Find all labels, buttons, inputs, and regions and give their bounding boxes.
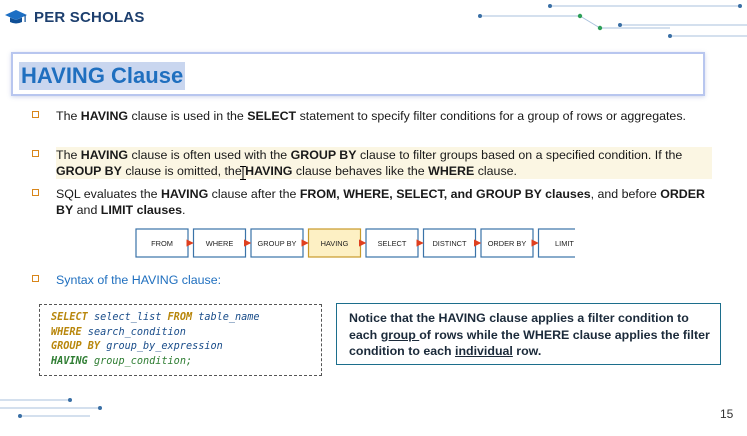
keyword: FROM, WHERE, SELECT, and GROUP BY clause… [299, 187, 591, 201]
text-cursor-icon [240, 166, 246, 180]
flow-step-distinct: DISTINCT [422, 228, 477, 258]
flow-step-group-by: GROUP BY [250, 228, 304, 258]
keyword: WHERE [428, 164, 475, 178]
flow-step-label: LIMIT [555, 239, 574, 248]
text: clause to filter groups based on a speci… [356, 148, 683, 162]
flow-step-where: WHERE [192, 228, 247, 258]
decorative-lines-top [478, 4, 747, 38]
keyword: SELECT [247, 109, 297, 123]
flow-step-select: SELECT [365, 228, 419, 258]
brand-name: PER SCHOLAS [34, 8, 145, 26]
text: , and before [590, 187, 661, 201]
text: SQL evaluates the [56, 187, 161, 201]
text: clause. [474, 164, 517, 178]
title-box: HAVING Clause [11, 52, 705, 96]
keyword: GROUP BY [290, 148, 357, 162]
code-line: HAVING group_condition; [51, 355, 321, 370]
code-text: group_condition; [87, 355, 193, 367]
sql-order-flow-diagram: FROM WHERE GROUP BY HAVING SELECT DISTINCT ORD… [135, 228, 575, 258]
note-box: Notice that the HAVING clause applies a … [336, 303, 721, 365]
text: clause is omitted, the [121, 164, 246, 178]
keyword: HAVING [245, 164, 293, 178]
bullet-having-groupby: The HAVING clause is often used with the… [32, 147, 712, 179]
text: The [56, 148, 81, 162]
text: clause is often used with the [128, 148, 291, 162]
keyword: LIMIT clauses [100, 203, 183, 217]
page-number: 15 [720, 407, 734, 421]
bullet-square-icon [32, 111, 39, 118]
code-text: table_name [192, 312, 260, 323]
code-text: select_list [87, 312, 168, 323]
note-text: row. [512, 344, 542, 358]
flow-step-from: FROM [135, 228, 189, 258]
flow-step-label: ORDER BY [488, 239, 527, 248]
text: . [182, 203, 186, 217]
code-line: WHERE search_condition [51, 326, 321, 341]
bullet-evaluation-order: SQL evaluates the HAVING clause after th… [32, 186, 712, 218]
flow-step-label: FROM [151, 239, 173, 248]
bullet-having-select: The HAVING clause is used in the SELECT … [32, 108, 712, 124]
flow-step-label: SELECT [378, 239, 407, 248]
syntax-label: Syntax of the HAVING clause: [56, 273, 222, 287]
bullet-syntax-label: Syntax of the HAVING clause: [32, 272, 712, 288]
keyword: HAVING [160, 187, 209, 201]
code-keyword: WHERE [51, 326, 82, 338]
code-keyword: FROM [167, 312, 193, 323]
code-keyword: HAVING [51, 355, 88, 367]
text: clause behaves like the [292, 164, 429, 178]
code-text: group_by_expression [100, 341, 223, 352]
bullet-square-icon [32, 189, 39, 196]
text: statement to specify filter conditions f… [296, 109, 686, 123]
decorative-lines-bottom [0, 398, 102, 418]
syntax-code-box: SELECT select_list FROM table_name WHERE… [39, 304, 322, 376]
flow-step-label: HAVING [321, 239, 349, 248]
note-underlined: group [380, 327, 420, 342]
bullet-square-icon [32, 150, 39, 157]
slide-title: HAVING Clause [19, 62, 186, 90]
note-underlined: individual [455, 344, 513, 358]
text: clause after the [208, 187, 300, 201]
bullet-square-icon [32, 275, 39, 282]
code-line: SELECT select_list FROM table_name [51, 311, 321, 326]
graduation-cap-icon [5, 10, 27, 24]
flow-step-label: WHERE [206, 239, 234, 248]
keyword: HAVING [80, 148, 129, 162]
code-keyword: SELECT [51, 312, 88, 323]
flow-step-order-by: ORDER BY [480, 228, 534, 258]
code-keyword: GROUP BY [51, 341, 101, 352]
text: The [56, 109, 81, 123]
text: and [73, 203, 101, 217]
flow-step-having: HAVING [307, 228, 362, 258]
flow-step-limit: LIMIT [537, 228, 575, 258]
flow-step-label: GROUP BY [258, 239, 297, 248]
text: clause is used in the [128, 109, 248, 123]
keyword: HAVING [80, 109, 129, 123]
code-line: GROUP BY group_by_expression [51, 340, 321, 355]
flow-step-label: DISTINCT [432, 239, 467, 248]
keyword: GROUP BY [56, 164, 122, 178]
code-text: search_condition [81, 326, 186, 338]
per-scholas-logo: PER SCHOLAS [4, 8, 145, 26]
